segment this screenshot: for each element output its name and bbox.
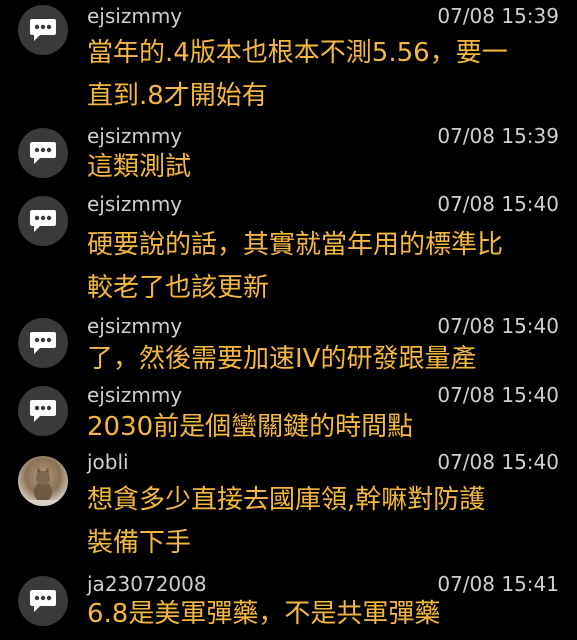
comment-list: ejsizmmy 07/08 15:39 當年的.4版本也根本不測5.56，要一…: [0, 0, 577, 640]
comment-timestamp: 07/08 15:40: [437, 192, 559, 216]
comment-text: 硬要說的話，其實就當年用的標準比 較老了也該更新: [87, 230, 504, 303]
comment-text: 這類測試: [87, 152, 192, 182]
comment-username[interactable]: ejsizmmy: [87, 314, 182, 338]
comment-username[interactable]: ejsizmmy: [87, 192, 182, 216]
comment-username[interactable]: jobli: [87, 450, 129, 474]
chat-bubble-icon[interactable]: [18, 5, 68, 55]
chat-bubble-icon[interactable]: [18, 128, 68, 178]
chat-bubble-icon[interactable]: [18, 318, 68, 368]
chat-bubble-icon[interactable]: [18, 386, 68, 436]
comment-text: 想貪多少直接去國庫領,幹嘛對防護 裝備下手: [87, 485, 486, 558]
cat-photo-avatar[interactable]: [18, 456, 68, 506]
comment-timestamp: 07/08 15:39: [437, 4, 559, 28]
comment-text: 6.8是美軍彈藥，不是共軍彈藥: [87, 599, 441, 629]
comment-text: 了，然後需要加速IV的研發跟量產: [87, 344, 477, 374]
comment-timestamp: 07/08 15:39: [437, 124, 559, 148]
comment-text: 2030前是個蠻關鍵的時間點: [87, 412, 414, 442]
chat-bubble-icon[interactable]: [18, 576, 68, 626]
comment-username[interactable]: ejsizmmy: [87, 124, 182, 148]
chat-bubble-icon[interactable]: [18, 196, 68, 246]
comment-text: 當年的.4版本也根本不測5.56，要一 直到.8才開始有: [87, 38, 508, 111]
comment-timestamp: 07/08 15:40: [437, 450, 559, 474]
comment-timestamp: 07/08 15:40: [437, 383, 559, 407]
comment-timestamp: 07/08 15:40: [437, 314, 559, 338]
comment-username[interactable]: ejsizmmy: [87, 383, 182, 407]
comment-username[interactable]: ejsizmmy: [87, 4, 182, 28]
